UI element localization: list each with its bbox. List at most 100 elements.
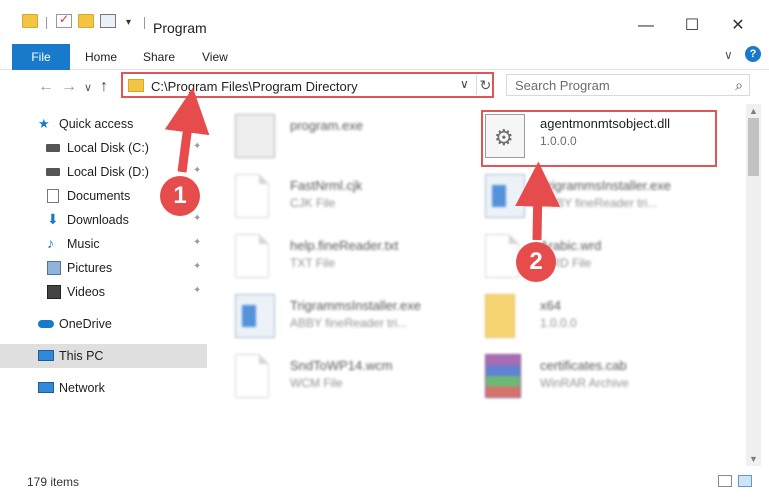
help-icon[interactable]: ? bbox=[745, 46, 761, 62]
sidebar-item-label: Videos bbox=[67, 285, 105, 299]
step-badge-2: 2 bbox=[516, 242, 556, 282]
file-item[interactable]: help.fineReader.txt TXT File bbox=[235, 230, 475, 286]
address-bar[interactable]: C:\Program Files\Program Directory ∨ ↻ bbox=[121, 72, 494, 98]
sidebar-item-music[interactable]: ♪ Music ✦ bbox=[0, 232, 207, 256]
file-name: certificates.cab bbox=[540, 358, 627, 373]
refresh-icon[interactable]: ↻ bbox=[476, 75, 494, 95]
download-icon: ⬇ bbox=[47, 211, 59, 227]
file-item[interactable]: TrigrammsInstaller.exe ABBY fineReader t… bbox=[235, 290, 475, 346]
file-name: FastNrml.cjk bbox=[290, 178, 363, 193]
file-name: TrigrammsInstaller.exe bbox=[290, 298, 421, 313]
pin-icon[interactable]: ✦ bbox=[193, 285, 201, 296]
details-view-icon[interactable] bbox=[718, 475, 732, 487]
file-description: TXT File bbox=[290, 256, 336, 270]
file-description: 1.0.0.0 bbox=[540, 316, 577, 330]
large-icons-view-icon[interactable] bbox=[738, 475, 752, 487]
toolbar-dropdown-icon[interactable]: ▾ bbox=[126, 17, 142, 31]
search-placeholder: Search Program bbox=[515, 78, 610, 93]
sidebar-item-network[interactable]: Network bbox=[0, 376, 207, 400]
document-icon bbox=[235, 234, 269, 278]
sidebar-item-label: This PC bbox=[59, 349, 104, 363]
pin-icon[interactable]: ✦ bbox=[193, 261, 201, 272]
back-button[interactable]: ← bbox=[38, 78, 54, 96]
maximize-button[interactable]: ☐ bbox=[680, 16, 704, 36]
sidebar-item-videos[interactable]: Videos ✦ bbox=[0, 280, 207, 304]
vertical-scrollbar[interactable]: ▲ ▼ bbox=[746, 104, 761, 466]
file-name: program.exe bbox=[290, 118, 363, 133]
file-item[interactable]: TrigrammsInstaller.exe ABBY fineReader t… bbox=[485, 170, 725, 226]
tab-view[interactable]: View bbox=[202, 50, 228, 64]
documents-icon bbox=[47, 189, 59, 203]
close-button[interactable]: ✕ bbox=[726, 16, 750, 36]
sidebar-item-label: Local Disk (C:) bbox=[67, 141, 149, 155]
winrar-icon bbox=[485, 354, 521, 398]
up-button[interactable]: ↑ bbox=[100, 78, 108, 96]
divider bbox=[144, 17, 145, 29]
customize-toolbar-icon[interactable] bbox=[100, 14, 116, 28]
tab-home[interactable]: Home bbox=[85, 50, 117, 64]
sidebar-item-local-disk-c[interactable]: Local Disk (C:) ✦ bbox=[0, 136, 207, 160]
sidebar-item-label: OneDrive bbox=[59, 317, 112, 331]
new-folder-icon[interactable] bbox=[78, 14, 94, 28]
document-icon bbox=[235, 354, 269, 398]
file-description: ABBY fineReader tri... bbox=[290, 316, 408, 330]
sidebar-item-label: Music bbox=[67, 237, 100, 251]
network-icon bbox=[38, 382, 54, 393]
tab-file[interactable]: File bbox=[12, 44, 70, 70]
address-dropdown-icon[interactable]: ∨ bbox=[460, 77, 469, 91]
pin-icon[interactable]: ✦ bbox=[193, 237, 201, 248]
scroll-down-icon[interactable]: ▼ bbox=[749, 454, 758, 464]
file-description: CJK File bbox=[290, 196, 336, 210]
folder-icon bbox=[485, 294, 515, 338]
star-icon: ★ bbox=[38, 116, 50, 131]
folder-icon[interactable] bbox=[22, 14, 38, 28]
file-description: WCM File bbox=[290, 376, 343, 390]
scrollbar-thumb[interactable] bbox=[748, 118, 759, 176]
sidebar-item-onedrive[interactable]: OneDrive bbox=[0, 312, 207, 336]
tab-share[interactable]: Share bbox=[143, 50, 175, 64]
exe-icon bbox=[235, 114, 275, 158]
search-input[interactable]: Search Program ⌕ bbox=[506, 74, 750, 96]
item-count: 179 items bbox=[27, 475, 80, 489]
pin-icon[interactable]: ✦ bbox=[193, 141, 201, 152]
navigation-pane: ★ Quick access Local Disk (C:) ✦ Local D… bbox=[0, 104, 210, 469]
properties-icon[interactable]: ✓ bbox=[56, 12, 72, 28]
file-item[interactable]: FastNrml.cjk CJK File bbox=[235, 170, 475, 226]
sidebar-item-label: Documents bbox=[67, 189, 131, 203]
folder-icon bbox=[128, 79, 144, 92]
scroll-up-icon[interactable]: ▲ bbox=[749, 106, 758, 116]
address-path[interactable]: C:\Program Files\Program Directory bbox=[151, 79, 358, 94]
sidebar-item-label: Local Disk (D:) bbox=[67, 165, 149, 179]
sidebar-item-label: Downloads bbox=[67, 213, 129, 227]
drive-icon bbox=[46, 144, 60, 152]
highlight-box-target-file bbox=[481, 110, 717, 167]
app-window-icon bbox=[235, 294, 275, 338]
file-item[interactable]: certificates.cab WinRAR Archive bbox=[485, 350, 725, 406]
divider bbox=[46, 17, 47, 29]
sidebar-item-this-pc[interactable]: This PC bbox=[0, 344, 207, 368]
file-item[interactable]: SndToWP14.wcm WCM File bbox=[235, 350, 475, 406]
document-icon bbox=[485, 234, 519, 278]
step-badge-1: 1 bbox=[160, 176, 200, 216]
sidebar-item-quick-access[interactable]: ★ Quick access bbox=[0, 112, 207, 136]
file-description: ABBY fineReader tri... bbox=[540, 196, 658, 210]
forward-button[interactable]: → bbox=[61, 78, 77, 96]
ribbon-expand-icon[interactable]: ∨ bbox=[724, 48, 733, 62]
pictures-icon bbox=[47, 261, 61, 275]
file-item[interactable]: x64 1.0.0.0 bbox=[485, 290, 725, 346]
file-item[interactable]: program.exe bbox=[235, 110, 475, 166]
search-icon[interactable]: ⌕ bbox=[735, 77, 743, 94]
sidebar-item-label: Network bbox=[59, 381, 105, 395]
file-name: x64 bbox=[540, 298, 561, 313]
cloud-icon bbox=[38, 320, 54, 328]
file-name: help.fineReader.txt bbox=[290, 238, 399, 253]
app-window-icon bbox=[485, 174, 525, 218]
title-bar: ✓ ▾ Program — ☐ ✕ bbox=[0, 0, 769, 40]
minimize-button[interactable]: — bbox=[634, 16, 658, 36]
sidebar-item-pictures[interactable]: Pictures ✦ bbox=[0, 256, 207, 280]
file-name: SndToWP14.wcm bbox=[290, 358, 393, 373]
ribbon-tabs: File Home Share View ∨ ? bbox=[0, 42, 769, 70]
recent-locations-button[interactable]: ∨ bbox=[84, 81, 92, 94]
pin-icon[interactable]: ✦ bbox=[193, 165, 201, 176]
pin-icon[interactable]: ✦ bbox=[193, 213, 201, 224]
